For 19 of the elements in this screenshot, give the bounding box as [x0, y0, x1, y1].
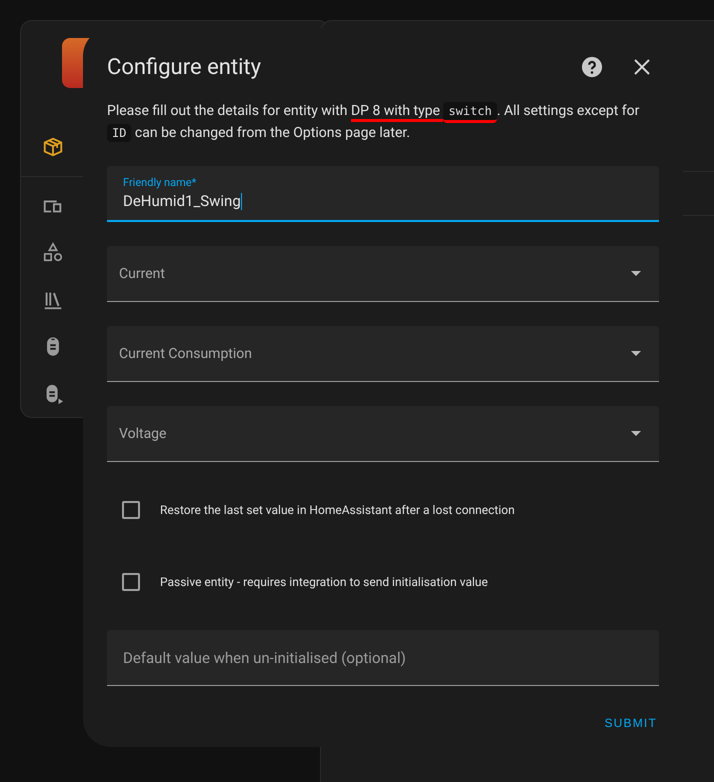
text-field[interactable]: Friendly name* DeHumid1_Swing [107, 166, 659, 222]
close-icon[interactable] [633, 58, 651, 76]
checkbox-label: Passive entity - requires integration to send initialisation value [160, 575, 488, 589]
checkbox-label: Restore the last set value in HomeAssistant after a lost connection [160, 503, 515, 517]
dialog-title: Configure entity [107, 54, 262, 80]
help-icon[interactable] [581, 56, 603, 78]
checkbox[interactable] [122, 501, 140, 519]
select-field[interactable]: Current Consumption [107, 326, 659, 382]
select-field[interactable]: Voltage [107, 406, 659, 462]
dropdown-caret-icon [631, 271, 641, 276]
checkbox[interactable] [122, 573, 140, 591]
text-field[interactable]: Default value when un-initialised (optional) [107, 630, 659, 686]
dropdown-caret-icon [631, 351, 641, 356]
select-field[interactable]: Current [107, 246, 659, 302]
dropdown-caret-icon [631, 431, 641, 436]
package-icon[interactable] [42, 136, 64, 158]
dialog-description: Please fill out the details for entity with DP 8 with type switch . All settings except for ID can be changed from the Options page later. [107, 101, 640, 144]
shapes-icon[interactable] [42, 242, 64, 264]
submit-button[interactable]: SUBMIT [602, 708, 659, 738]
